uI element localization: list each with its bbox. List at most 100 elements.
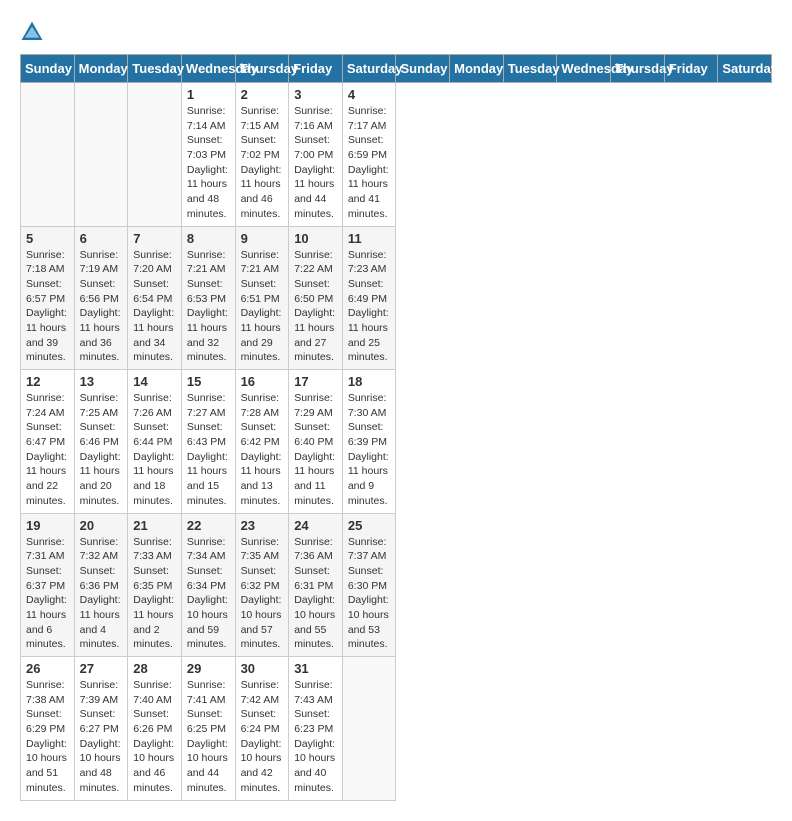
calendar-cell: 10 Sunrise: 7:22 AM Sunset: 6:50 PM Dayli… (289, 226, 343, 370)
header-saturday: Saturday (718, 55, 772, 83)
day-number: 30 (241, 661, 284, 676)
day-info: Sunrise: 7:17 AM Sunset: 6:59 PM Dayligh… (348, 104, 391, 222)
header-wednesday: Wednesday (181, 55, 235, 83)
calendar-cell: 23 Sunrise: 7:35 AM Sunset: 6:32 PM Dayli… (235, 513, 289, 657)
calendar-cell (128, 83, 182, 227)
day-number: 2 (241, 87, 284, 102)
calendar-cell: 2Sunrise: 7:15 AM Sunset: 7:02 PM Daylig… (235, 83, 289, 227)
header-wednesday: Wednesday (557, 55, 611, 83)
header-friday: Friday (289, 55, 343, 83)
calendar-cell: 18 Sunrise: 7:30 AM Sunset: 6:39 PM Dayli… (342, 370, 396, 514)
day-number: 31 (294, 661, 337, 676)
day-info: Sunrise: 7:20 AM Sunset: 6:54 PM Dayligh… (133, 248, 176, 366)
logo (20, 20, 48, 44)
header-saturday: Saturday (342, 55, 396, 83)
header-thursday: Thursday (235, 55, 289, 83)
calendar-cell: 25 Sunrise: 7:37 AM Sunset: 6:30 PM Dayli… (342, 513, 396, 657)
calendar-cell: 12Sunrise: 7:24 AM Sunset: 6:47 PM Dayli… (21, 370, 75, 514)
calendar-cell: 6 Sunrise: 7:19 AM Sunset: 6:56 PM Daylig… (74, 226, 128, 370)
week-row-1: 5Sunrise: 7:18 AM Sunset: 6:57 PM Daylig… (21, 226, 772, 370)
calendar-cell: 4 Sunrise: 7:17 AM Sunset: 6:59 PM Daylig… (342, 83, 396, 227)
day-info: Sunrise: 7:37 AM Sunset: 6:30 PM Dayligh… (348, 535, 391, 653)
day-number: 14 (133, 374, 176, 389)
day-number: 28 (133, 661, 176, 676)
header-tuesday: Tuesday (128, 55, 182, 83)
day-info: Sunrise: 7:27 AM Sunset: 6:43 PM Dayligh… (187, 391, 230, 509)
day-number: 11 (348, 231, 391, 246)
day-number: 10 (294, 231, 337, 246)
calendar-cell: 21 Sunrise: 7:33 AM Sunset: 6:35 PM Dayli… (128, 513, 182, 657)
day-info: Sunrise: 7:30 AM Sunset: 6:39 PM Dayligh… (348, 391, 391, 509)
calendar-cell: 7Sunrise: 7:20 AM Sunset: 6:54 PM Daylig… (128, 226, 182, 370)
day-info: Sunrise: 7:42 AM Sunset: 6:24 PM Dayligh… (241, 678, 284, 796)
header-friday: Friday (664, 55, 718, 83)
calendar-cell: 11 Sunrise: 7:23 AM Sunset: 6:49 PM Dayli… (342, 226, 396, 370)
day-info: Sunrise: 7:41 AM Sunset: 6:25 PM Dayligh… (187, 678, 230, 796)
day-info: Sunrise: 7:23 AM Sunset: 6:49 PM Dayligh… (348, 248, 391, 366)
header-thursday: Thursday (611, 55, 665, 83)
week-row-2: 12Sunrise: 7:24 AM Sunset: 6:47 PM Dayli… (21, 370, 772, 514)
day-info: Sunrise: 7:26 AM Sunset: 6:44 PM Dayligh… (133, 391, 176, 509)
day-number: 1 (187, 87, 230, 102)
day-number: 8 (187, 231, 230, 246)
day-number: 9 (241, 231, 284, 246)
day-info: Sunrise: 7:29 AM Sunset: 6:40 PM Dayligh… (294, 391, 337, 509)
day-number: 13 (80, 374, 123, 389)
header-monday: Monday (450, 55, 504, 83)
day-info: Sunrise: 7:43 AM Sunset: 6:23 PM Dayligh… (294, 678, 337, 796)
header-monday: Monday (74, 55, 128, 83)
day-number: 29 (187, 661, 230, 676)
calendar-cell: 20Sunrise: 7:32 AM Sunset: 6:36 PM Dayli… (74, 513, 128, 657)
calendar-cell: 26 Sunrise: 7:38 AM Sunset: 6:29 PM Dayli… (21, 657, 75, 801)
calendar-cell: 13Sunrise: 7:25 AM Sunset: 6:46 PM Dayli… (74, 370, 128, 514)
calendar-cell: 29 Sunrise: 7:41 AM Sunset: 6:25 PM Dayli… (181, 657, 235, 801)
day-info: Sunrise: 7:21 AM Sunset: 6:53 PM Dayligh… (187, 248, 230, 366)
day-number: 25 (348, 518, 391, 533)
calendar-cell: 30 Sunrise: 7:42 AM Sunset: 6:24 PM Dayli… (235, 657, 289, 801)
day-number: 15 (187, 374, 230, 389)
day-info: Sunrise: 7:39 AM Sunset: 6:27 PM Dayligh… (80, 678, 123, 796)
day-info: Sunrise: 7:40 AM Sunset: 6:26 PM Dayligh… (133, 678, 176, 796)
day-number: 27 (80, 661, 123, 676)
day-number: 16 (241, 374, 284, 389)
page-header (20, 20, 772, 44)
day-info: Sunrise: 7:21 AM Sunset: 6:51 PM Dayligh… (241, 248, 284, 366)
day-number: 4 (348, 87, 391, 102)
day-info: Sunrise: 7:34 AM Sunset: 6:34 PM Dayligh… (187, 535, 230, 653)
calendar-cell: 28 Sunrise: 7:40 AM Sunset: 6:26 PM Dayli… (128, 657, 182, 801)
calendar-cell: 19 Sunrise: 7:31 AM Sunset: 6:37 PM Dayli… (21, 513, 75, 657)
header-sunday: Sunday (21, 55, 75, 83)
day-number: 18 (348, 374, 391, 389)
week-row-0: 1 Sunrise: 7:14 AM Sunset: 7:03 PM Daylig… (21, 83, 772, 227)
calendar-cell: 16 Sunrise: 7:28 AM Sunset: 6:42 PM Dayli… (235, 370, 289, 514)
calendar-cell: 8 Sunrise: 7:21 AM Sunset: 6:53 PM Daylig… (181, 226, 235, 370)
day-number: 6 (80, 231, 123, 246)
day-info: Sunrise: 7:36 AM Sunset: 6:31 PM Dayligh… (294, 535, 337, 653)
day-info: Sunrise: 7:28 AM Sunset: 6:42 PM Dayligh… (241, 391, 284, 509)
calendar-cell: 9 Sunrise: 7:21 AM Sunset: 6:51 PM Daylig… (235, 226, 289, 370)
day-number: 19 (26, 518, 69, 533)
header-tuesday: Tuesday (503, 55, 557, 83)
day-info: Sunrise: 7:16 AM Sunset: 7:00 PM Dayligh… (294, 104, 337, 222)
calendar-cell: 17Sunrise: 7:29 AM Sunset: 6:40 PM Dayli… (289, 370, 343, 514)
calendar-header-row: SundayMondayTuesdayWednesdayThursdayFrid… (21, 55, 772, 83)
day-info: Sunrise: 7:31 AM Sunset: 6:37 PM Dayligh… (26, 535, 69, 653)
calendar-cell: 24Sunrise: 7:36 AM Sunset: 6:31 PM Dayli… (289, 513, 343, 657)
day-number: 22 (187, 518, 230, 533)
day-info: Sunrise: 7:24 AM Sunset: 6:47 PM Dayligh… (26, 391, 69, 509)
day-info: Sunrise: 7:19 AM Sunset: 6:56 PM Dayligh… (80, 248, 123, 366)
calendar-table: SundayMondayTuesdayWednesdayThursdayFrid… (20, 54, 772, 801)
calendar-cell: 3 Sunrise: 7:16 AM Sunset: 7:00 PM Daylig… (289, 83, 343, 227)
day-info: Sunrise: 7:38 AM Sunset: 6:29 PM Dayligh… (26, 678, 69, 796)
day-number: 23 (241, 518, 284, 533)
day-info: Sunrise: 7:35 AM Sunset: 6:32 PM Dayligh… (241, 535, 284, 653)
day-number: 3 (294, 87, 337, 102)
day-info: Sunrise: 7:14 AM Sunset: 7:03 PM Dayligh… (187, 104, 230, 222)
calendar-cell: 31 Sunrise: 7:43 AM Sunset: 6:23 PM Dayli… (289, 657, 343, 801)
calendar-cell: 27 Sunrise: 7:39 AM Sunset: 6:27 PM Dayli… (74, 657, 128, 801)
calendar-cell: 15 Sunrise: 7:27 AM Sunset: 6:43 PM Dayli… (181, 370, 235, 514)
day-info: Sunrise: 7:33 AM Sunset: 6:35 PM Dayligh… (133, 535, 176, 653)
day-number: 26 (26, 661, 69, 676)
day-info: Sunrise: 7:22 AM Sunset: 6:50 PM Dayligh… (294, 248, 337, 366)
day-number: 21 (133, 518, 176, 533)
